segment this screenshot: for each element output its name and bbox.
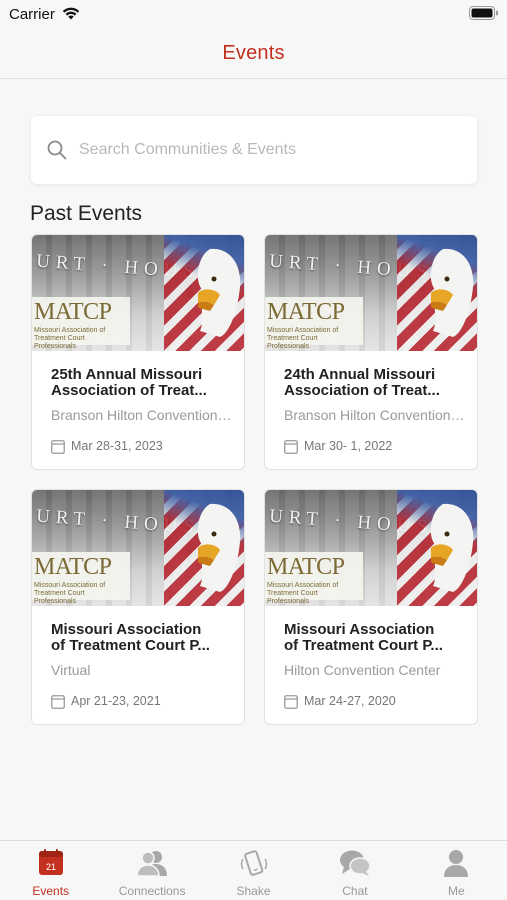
- event-card[interactable]: URT · HOUSE MATCP Missouri Association o…: [264, 489, 478, 725]
- event-title: 24th Annual Missouri Association of Trea…: [284, 367, 440, 399]
- person-icon: [444, 850, 469, 877]
- event-date-row: Mar 28-31, 2023: [51, 437, 163, 455]
- search-bar[interactable]: [31, 116, 477, 184]
- event-location: Virtual: [51, 662, 91, 678]
- eagle-image: [197, 503, 241, 592]
- tab-label: Chat: [342, 884, 368, 898]
- tab-label: Me: [447, 884, 465, 898]
- calendar-icon: [51, 439, 65, 454]
- event-date-row: Mar 24-27, 2020: [284, 692, 396, 710]
- tab-bar: 21 Events Connections Shake Chat Me: [0, 840, 507, 900]
- event-card[interactable]: URT · HOUSE MATCP Missouri Association o…: [31, 489, 245, 725]
- search-input[interactable]: [79, 116, 459, 184]
- status-bar: Carrier: [0, 0, 507, 28]
- tab-shake[interactable]: Shake: [203, 841, 304, 900]
- tab-label: Events: [32, 884, 70, 898]
- logo-subtitle: Missouri Association of Treatment Court …: [34, 582, 106, 605]
- tab-label: Shake: [236, 884, 271, 898]
- matcp-logo: MATCP: [267, 299, 345, 325]
- people-icon: [136, 851, 168, 877]
- event-image: URT · HOUSE MATCP Missouri Association o…: [32, 490, 244, 606]
- event-date-row: Mar 30- 1, 2022: [284, 437, 392, 455]
- event-title: Missouri Association of Treatment Court …: [51, 622, 210, 654]
- section-title-past-events: Past Events: [30, 202, 143, 225]
- tab-connections[interactable]: Connections: [101, 841, 202, 900]
- search-icon: [47, 140, 67, 165]
- navigation-bar: Events: [0, 28, 507, 79]
- event-image: URT · HOUSE MATCP Missouri Association o…: [265, 490, 477, 606]
- logo-subtitle: Missouri Association of Treatment Court …: [34, 327, 106, 350]
- eagle-image: [430, 248, 474, 337]
- calendar-icon: 21: [38, 849, 63, 875]
- tab-chat[interactable]: Chat: [304, 841, 405, 900]
- event-date: Mar 30- 1, 2022: [304, 439, 393, 453]
- event-location: Hilton Convention Center: [284, 662, 441, 678]
- event-title: 25th Annual Missouri Association of Trea…: [51, 367, 207, 399]
- matcp-logo: MATCP: [267, 554, 345, 580]
- event-date: Mar 28-31, 2023: [71, 439, 163, 453]
- calendar-badge: 21: [46, 862, 56, 872]
- event-card[interactable]: URT · HOUSE MATCP Missouri Association o…: [264, 234, 478, 470]
- eagle-image: [430, 503, 474, 592]
- event-image: URT · HOUSE MATCP Missouri Association o…: [265, 235, 477, 351]
- eagle-image: [197, 248, 241, 337]
- carrier-label: Carrier: [9, 6, 55, 23]
- event-location: Branson Hilton Convention ...: [51, 407, 233, 423]
- phone-shake-icon: [240, 850, 267, 876]
- event-title: Missouri Association of Treatment Court …: [284, 622, 443, 654]
- event-date: Mar 24-27, 2020: [304, 694, 396, 708]
- tab-me[interactable]: Me: [406, 841, 507, 900]
- tab-events[interactable]: 21 Events: [0, 841, 101, 900]
- event-image: URT · HOUSE MATCP Missouri Association o…: [32, 235, 244, 351]
- tab-label: Connections: [118, 884, 186, 898]
- event-date-row: Apr 21-23, 2021: [51, 692, 161, 710]
- logo-subtitle: Missouri Association of Treatment Court …: [267, 327, 339, 350]
- page-title: Events: [222, 42, 285, 64]
- event-card[interactable]: URT · HOUSE MATCP Missouri Association o…: [31, 234, 245, 470]
- matcp-logo: MATCP: [34, 554, 112, 580]
- calendar-icon: [51, 694, 65, 709]
- wifi-icon: [61, 5, 81, 26]
- matcp-logo: MATCP: [34, 299, 112, 325]
- event-date: Apr 21-23, 2021: [71, 694, 161, 708]
- calendar-icon: [284, 439, 298, 454]
- logo-subtitle: Missouri Association of Treatment Court …: [267, 582, 339, 605]
- calendar-icon: [284, 694, 298, 709]
- chat-bubbles-icon: [339, 850, 371, 876]
- battery-icon: [469, 6, 499, 25]
- event-location: Branson Hilton Convention ...: [284, 407, 466, 423]
